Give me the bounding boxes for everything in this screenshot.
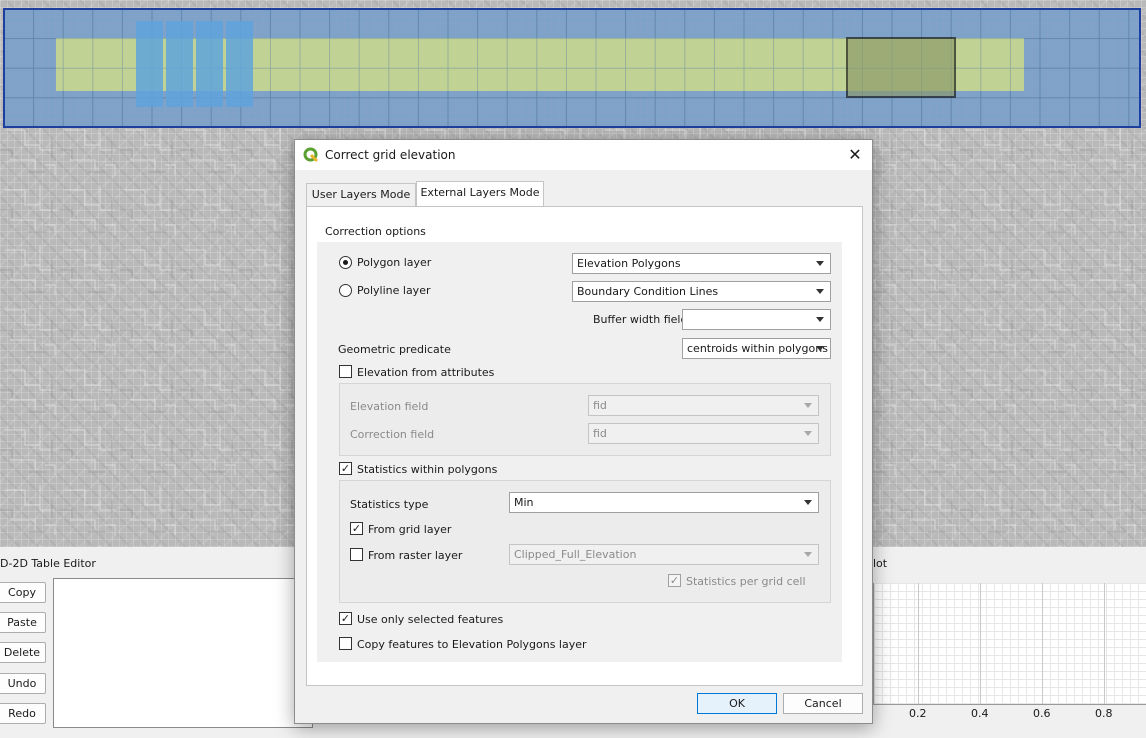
polyline-layer-radio[interactable] — [339, 284, 352, 297]
polygon-layer-value: Elevation Polygons — [577, 257, 681, 270]
tab-user-layers-mode[interactable]: User Layers Mode — [306, 183, 416, 206]
chevron-down-icon — [816, 346, 824, 351]
statistics-per-grid-cell-checkbox[interactable]: ✓ — [668, 574, 681, 587]
attributes-subgroup: Elevation field fid Correction field fid — [339, 383, 831, 456]
tab-external-layers-mode[interactable]: External Layers Mode — [416, 181, 544, 206]
correction-options-group: Polygon layer Elevation Polygons Polylin… — [317, 242, 842, 662]
selection-rectangle — [846, 37, 956, 98]
geometric-predicate-label: Geometric predicate — [338, 343, 451, 356]
chevron-down-icon — [804, 500, 812, 505]
paste-button[interactable]: Paste — [0, 612, 46, 633]
chevron-down-icon — [816, 289, 824, 294]
buffer-width-select[interactable] — [682, 309, 831, 330]
raster-layer-select[interactable]: Clipped_Full_Elevation — [509, 544, 819, 565]
statistics-type-label: Statistics type — [350, 498, 429, 511]
buffer-width-label: Buffer width field — [593, 313, 688, 326]
tab-pane: Correction options Polygon layer Elevati… — [306, 206, 863, 686]
correct-grid-elevation-dialog: Correct grid elevation ✕ User Layers Mod… — [294, 139, 873, 724]
from-grid-layer-label: From grid layer — [368, 523, 452, 536]
elevation-field-value: fid — [593, 399, 607, 412]
copy-button[interactable]: Copy — [0, 582, 46, 603]
from-grid-layer-checkbox[interactable]: ✓ — [350, 522, 363, 535]
x-tick: 0.2 — [909, 707, 927, 720]
x-tick: 0.4 — [971, 707, 989, 720]
ok-button[interactable]: OK — [697, 693, 777, 714]
raster-layer-value: Clipped_Full_Elevation — [514, 548, 637, 561]
from-raster-layer-checkbox[interactable] — [350, 548, 363, 561]
statistics-type-value: Min — [514, 496, 534, 509]
redo-button[interactable]: Redo — [0, 703, 46, 724]
x-tick: 0.8 — [1095, 707, 1113, 720]
chevron-down-icon — [804, 431, 812, 436]
chevron-down-icon — [816, 261, 824, 266]
selected-cell — [136, 21, 163, 107]
use-only-selected-checkbox[interactable]: ✓ — [339, 612, 352, 625]
copy-features-checkbox[interactable] — [339, 637, 352, 650]
polyline-layer-value: Boundary Condition Lines — [577, 285, 719, 298]
qgis-logo-icon — [303, 147, 319, 163]
polygon-layer-label: Polygon layer — [357, 256, 432, 269]
statistics-per-grid-cell-label: Statistics per grid cell — [686, 575, 806, 588]
polyline-layer-select[interactable]: Boundary Condition Lines — [572, 281, 831, 302]
chevron-down-icon — [816, 317, 824, 322]
selected-cell — [166, 21, 193, 107]
polygon-layer-select[interactable]: Elevation Polygons — [572, 253, 831, 274]
polyline-layer-label: Polyline layer — [357, 284, 431, 297]
correction-field-select[interactable]: fid — [588, 423, 819, 444]
cancel-button[interactable]: Cancel — [783, 693, 863, 714]
table-editor-title: D-2D Table Editor — [0, 557, 96, 570]
polygon-layer-radio[interactable] — [339, 256, 352, 269]
correction-field-label: Correction field — [350, 428, 435, 441]
plot-title: lot — [873, 557, 888, 570]
group-title: Correction options — [325, 225, 426, 238]
statistics-within-polygons-checkbox[interactable]: ✓ — [339, 462, 352, 475]
use-only-selected-label: Use only selected features — [357, 613, 504, 626]
statistics-type-select[interactable]: Min — [509, 492, 819, 513]
from-raster-layer-label: From raster layer — [368, 549, 463, 562]
correction-field-value: fid — [593, 427, 607, 440]
copy-features-label: Copy features to Elevation Polygons laye… — [357, 638, 587, 651]
elevation-field-label: Elevation field — [350, 400, 429, 413]
close-icon[interactable]: ✕ — [844, 144, 866, 166]
elevation-from-attributes-checkbox[interactable] — [339, 365, 352, 378]
elevation-from-attributes-label: Elevation from attributes — [357, 366, 495, 379]
x-tick: 0.6 — [1033, 707, 1051, 720]
selected-cell — [226, 21, 253, 107]
statistics-subgroup: Statistics type Min ✓ From grid layer Fr… — [339, 480, 831, 603]
undo-button[interactable]: Undo — [0, 673, 46, 694]
statistics-within-polygons-label: Statistics within polygons — [357, 463, 498, 476]
plot-area[interactable] — [873, 583, 1146, 705]
geometric-predicate-value: centroids within polygons — [687, 342, 828, 355]
chevron-down-icon — [804, 552, 812, 557]
selected-cell — [196, 21, 223, 107]
table-editor-area[interactable] — [53, 578, 313, 728]
delete-button[interactable]: Delete — [0, 642, 46, 663]
chevron-down-icon — [804, 403, 812, 408]
elevation-field-select[interactable]: fid — [588, 395, 819, 416]
geometric-predicate-select[interactable]: centroids within polygons — [682, 338, 831, 359]
dialog-titlebar[interactable]: Correct grid elevation ✕ — [295, 140, 872, 170]
dialog-title: Correct grid elevation — [325, 148, 456, 162]
